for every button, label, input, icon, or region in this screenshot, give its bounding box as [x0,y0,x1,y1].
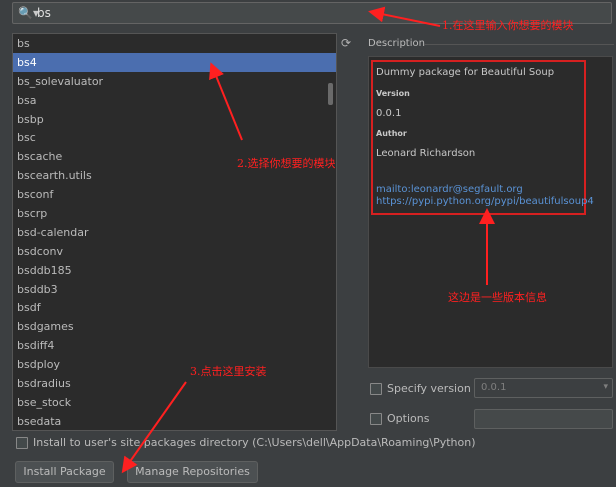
package-list-item[interactable]: bsddb3 [13,280,336,299]
package-list-item[interactable]: bsdradius [13,374,336,393]
package-list-item[interactable]: bscrp [13,204,336,223]
package-url-link[interactable]: https://pypi.python.org/pypi/beautifulso… [376,196,594,207]
package-list-item[interactable]: bsedata [13,412,336,430]
version-label: Version [376,89,410,98]
package-list-item[interactable]: bsconf [13,185,336,204]
package-list-item[interactable]: bs_solevaluator [13,72,336,91]
package-list-item[interactable]: bsd-calendar [13,223,336,242]
annotation-step-1: 1.在这里输入你想要的模块 [442,19,574,32]
version-dropdown[interactable]: 0.0.1 ▾ [474,378,613,398]
options-input[interactable] [474,409,613,429]
manage-repositories-button[interactable]: Manage Repositories [127,461,258,483]
package-list-item[interactable]: bs4 [13,52,336,72]
package-list-item[interactable]: bsa [13,91,336,110]
install-user-label: Install to user's site packages director… [33,436,476,449]
version-value: 0.0.1 [376,108,402,119]
description-title: Description [368,38,425,49]
search-icon: 🔍▾ [18,6,39,20]
scrollbar-thumb[interactable] [328,83,333,105]
package-list-item[interactable]: bsdgames [13,317,336,336]
search-value: bs [37,6,51,20]
package-list-item[interactable]: bsddb185 [13,261,336,280]
package-list-item[interactable]: bsdf [13,298,336,317]
package-list-item[interactable]: bs [13,34,336,53]
package-list-item[interactable]: bsdconv [13,242,336,261]
package-list-item[interactable]: bse_stock [13,393,336,412]
package-list[interactable]: bs bs4 bs_solevaluator bsa bsbp bsc bscache bsc… [12,33,337,431]
annotation-version-info: 这边是一些版本信息 [448,291,547,304]
specify-version-label: Specify version [387,382,471,395]
install-package-button[interactable]: Install Package [15,461,114,483]
author-value: Leonard Richardson [376,148,476,159]
chevron-down-icon: ▾ [603,382,608,392]
annotation-step-2: 2.选择你想要的模块 [237,157,336,170]
version-dropdown-value: 0.0.1 [481,382,507,393]
annotation-step-3: 3.点击这里安装 [190,365,267,378]
options-label: Options [387,412,430,425]
description-summary: Dummy package for Beautiful Soup [376,67,555,78]
author-label: Author [376,129,407,138]
package-list-item[interactable]: bsbp [13,110,336,129]
options-checkbox[interactable] [370,413,382,425]
package-list-item[interactable]: bsdploy [13,355,336,374]
package-list-item[interactable]: bsc [13,128,336,147]
specify-version-checkbox[interactable] [370,383,382,395]
description-divider [424,44,614,45]
refresh-icon[interactable]: ⟳ [341,36,351,50]
install-user-checkbox[interactable] [16,437,28,449]
author-email-link[interactable]: mailto:leonardr@segfault.org [376,184,523,195]
package-list-item[interactable]: bsdiff4 [13,336,336,355]
